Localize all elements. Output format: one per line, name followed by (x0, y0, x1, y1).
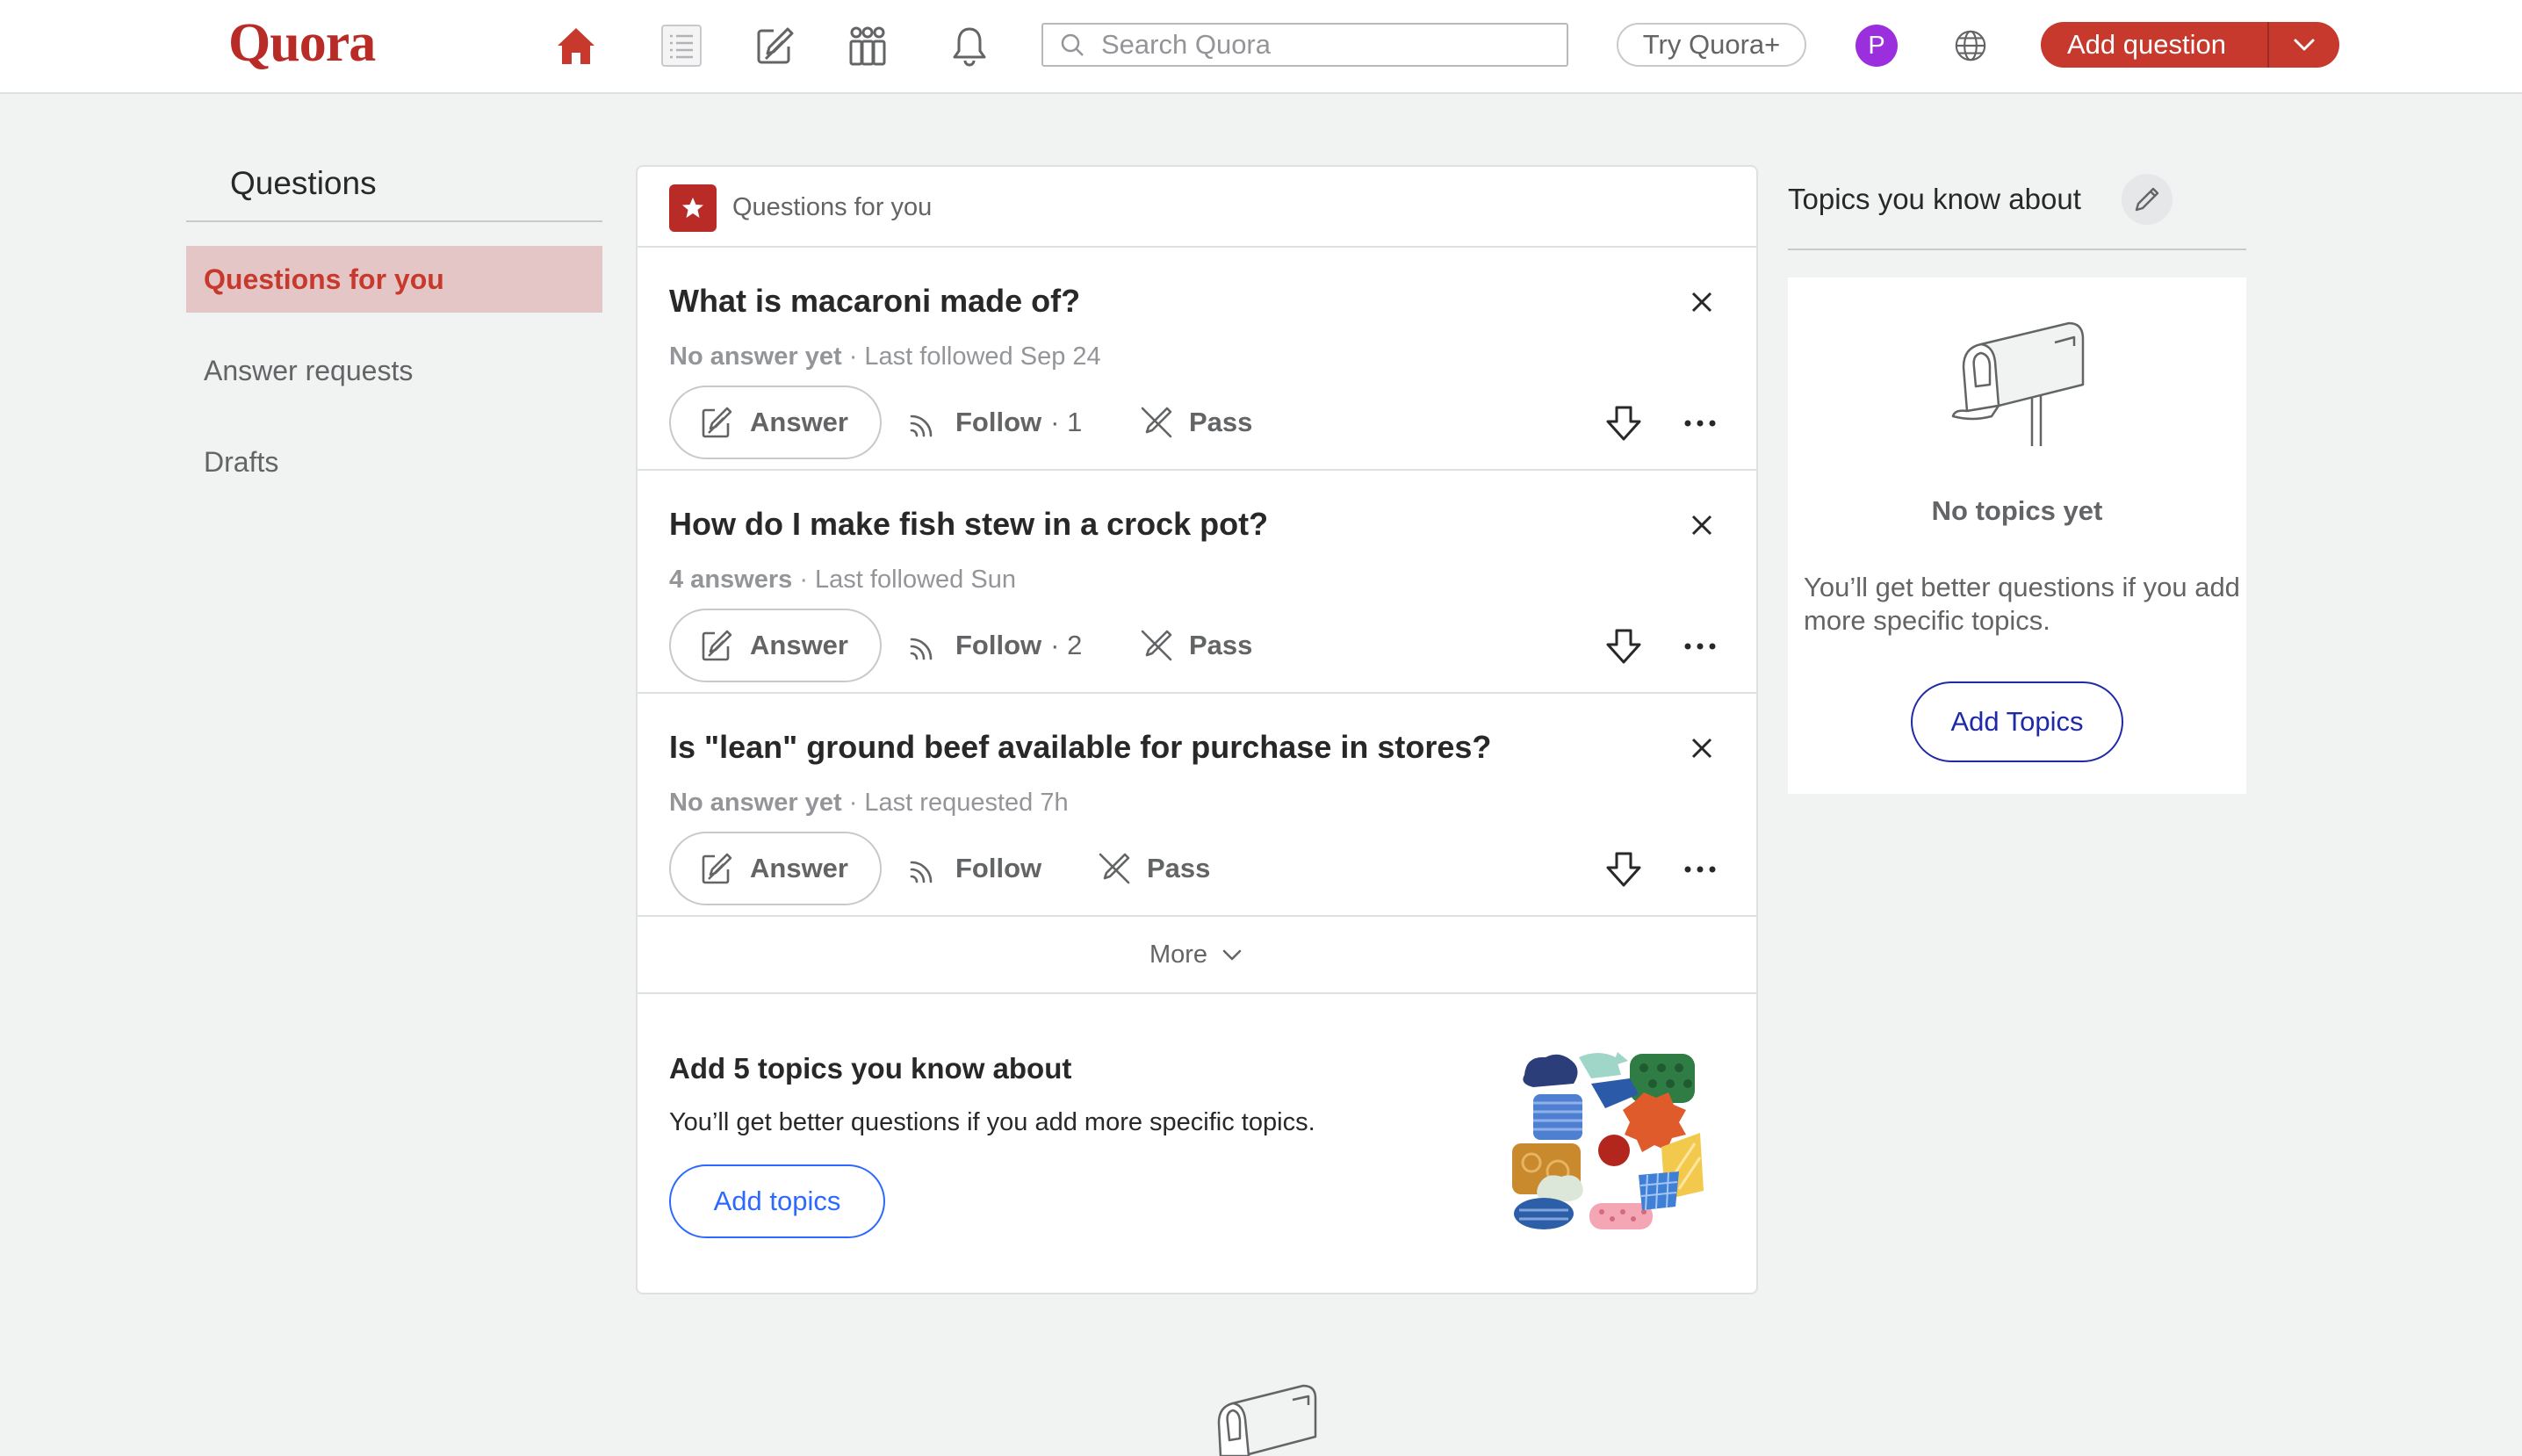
following-icon[interactable] (655, 19, 708, 72)
promo-title: Add 5 topics you know about (669, 1052, 1072, 1085)
quora-logo[interactable]: Quora (228, 12, 376, 75)
sidebar-title: Questions (230, 165, 377, 201)
downvote-icon[interactable] (1602, 400, 1646, 444)
answer-icon (702, 630, 732, 661)
answer-button[interactable]: Answer (669, 386, 882, 459)
chevron-down-icon (1222, 949, 1242, 961)
star-icon (669, 184, 717, 232)
pencil-icon (2135, 187, 2159, 212)
topics-panel-divider (1788, 249, 2246, 250)
answer-status: No answer yet (669, 342, 842, 371)
more-label: More (1149, 940, 1208, 969)
answer-label: Answer (750, 853, 848, 883)
sidebar-item-questions-for-you[interactable]: Questions for you (186, 246, 602, 313)
follow-button[interactable]: Follow · 1 (906, 399, 1082, 446)
pass-icon (1141, 407, 1172, 438)
feed-header: Questions for you (638, 167, 1756, 248)
promo-text: You’ll get better questions if you add m… (669, 1108, 1315, 1136)
question-meta: No answer yet · Last followed Sep 24 (669, 342, 1101, 371)
answer-label: Answer (750, 630, 848, 660)
add-topics-button[interactable]: Add topics (669, 1164, 885, 1238)
follow-count: · 1 (1050, 407, 1083, 437)
close-icon[interactable] (1684, 731, 1719, 766)
mailbox-illustration (1951, 321, 2085, 446)
questions-feed-card: Questions for you What is macaroni made … (636, 165, 1758, 1294)
topics-empty-card: No topics yet You’ll get better question… (1788, 278, 2246, 794)
question-item: How do I make fish stew in a crock pot? … (638, 471, 1756, 694)
answer-button[interactable]: Answer (669, 832, 882, 905)
topics-panel-title: Topics you know about (1788, 183, 2081, 215)
mailbox-illustration (1217, 1384, 1317, 1456)
follow-icon (910, 414, 933, 437)
follow-button[interactable]: Follow (906, 845, 1041, 892)
spaces-icon[interactable] (841, 19, 894, 72)
answer-button[interactable]: Answer (669, 609, 882, 682)
add-question-label: Add question (2067, 29, 2226, 60)
pass-label: Pass (1189, 630, 1253, 660)
answer-status: No answer yet (669, 789, 842, 817)
follow-button[interactable]: Follow · 2 (906, 622, 1082, 669)
close-icon[interactable] (1684, 508, 1719, 543)
pass-label: Pass (1147, 853, 1211, 883)
pass-button[interactable]: Pass (1138, 622, 1252, 669)
question-title[interactable]: How do I make fish stew in a crock pot? (669, 506, 1268, 543)
downvote-icon[interactable] (1602, 847, 1646, 890)
follow-label: Follow (955, 407, 1042, 437)
question-meta: 4 answers · Last followed Sun (669, 566, 1016, 595)
follow-label: Follow (955, 853, 1042, 883)
question-activity: · Last followed Sep 24 (841, 342, 1101, 371)
top-bar: Quora Try Quora+ P Add question (0, 0, 2522, 94)
chevron-down-icon[interactable] (2269, 22, 2339, 68)
pass-label: Pass (1189, 407, 1253, 437)
question-item: Is "lean" ground beef available for purc… (638, 694, 1756, 917)
pass-button[interactable]: Pass (1138, 399, 1252, 446)
answer-icon (702, 853, 732, 884)
follow-icon (910, 638, 933, 660)
question-title[interactable]: What is macaroni made of? (669, 283, 1080, 320)
question-meta: No answer yet · Last requested 7h (669, 789, 1069, 818)
avatar[interactable]: P (1855, 25, 1898, 67)
search-input[interactable] (1101, 29, 1558, 61)
sidebar-item-drafts[interactable]: Drafts (186, 429, 602, 495)
try-quora-plus-button[interactable]: Try Quora+ (1617, 23, 1806, 67)
edit-topics-button[interactable] (2122, 174, 2173, 225)
follow-icon (910, 861, 933, 883)
question-activity: · Last followed Sun (792, 566, 1016, 594)
follow-count: · 2 (1050, 630, 1083, 660)
home-icon[interactable] (550, 19, 602, 72)
feed-header-label: Questions for you (732, 193, 933, 221)
search-bar[interactable] (1041, 23, 1568, 67)
question-item: What is macaroni made of? No answer yet … (638, 248, 1756, 471)
globe-icon[interactable] (1944, 19, 1997, 72)
no-topics-title: No topics yet (1931, 495, 2103, 526)
follow-label: Follow (955, 630, 1042, 660)
pass-icon (1099, 853, 1130, 884)
answer-status[interactable]: 4 answers (669, 566, 792, 594)
notifications-icon[interactable] (943, 19, 996, 72)
sidebar-divider (186, 220, 602, 222)
add-topics-panel-button[interactable]: Add Topics (1911, 681, 2123, 762)
more-button[interactable]: More (638, 917, 1756, 994)
answer-icon[interactable] (748, 19, 801, 72)
more-options-icon[interactable] (1679, 406, 1721, 441)
pass-button[interactable]: Pass (1096, 845, 1210, 892)
answer-icon (702, 407, 732, 438)
downvote-icon[interactable] (1602, 623, 1646, 667)
close-icon[interactable] (1684, 285, 1719, 320)
question-title[interactable]: Is "lean" ground beef available for purc… (669, 729, 1491, 766)
no-topics-text: You’ll get better questions if you add m… (1804, 572, 2240, 636)
search-icon (1061, 33, 1084, 56)
sidebar-item-answer-requests[interactable]: Answer requests (186, 337, 602, 404)
more-options-icon[interactable] (1679, 852, 1721, 887)
pass-icon (1141, 630, 1172, 661)
answer-label: Answer (750, 407, 848, 437)
question-activity: · Last requested 7h (841, 789, 1069, 817)
more-options-icon[interactable] (1679, 629, 1721, 664)
add-question-button[interactable]: Add question (2041, 22, 2339, 68)
topics-illustration (1512, 1052, 1704, 1229)
